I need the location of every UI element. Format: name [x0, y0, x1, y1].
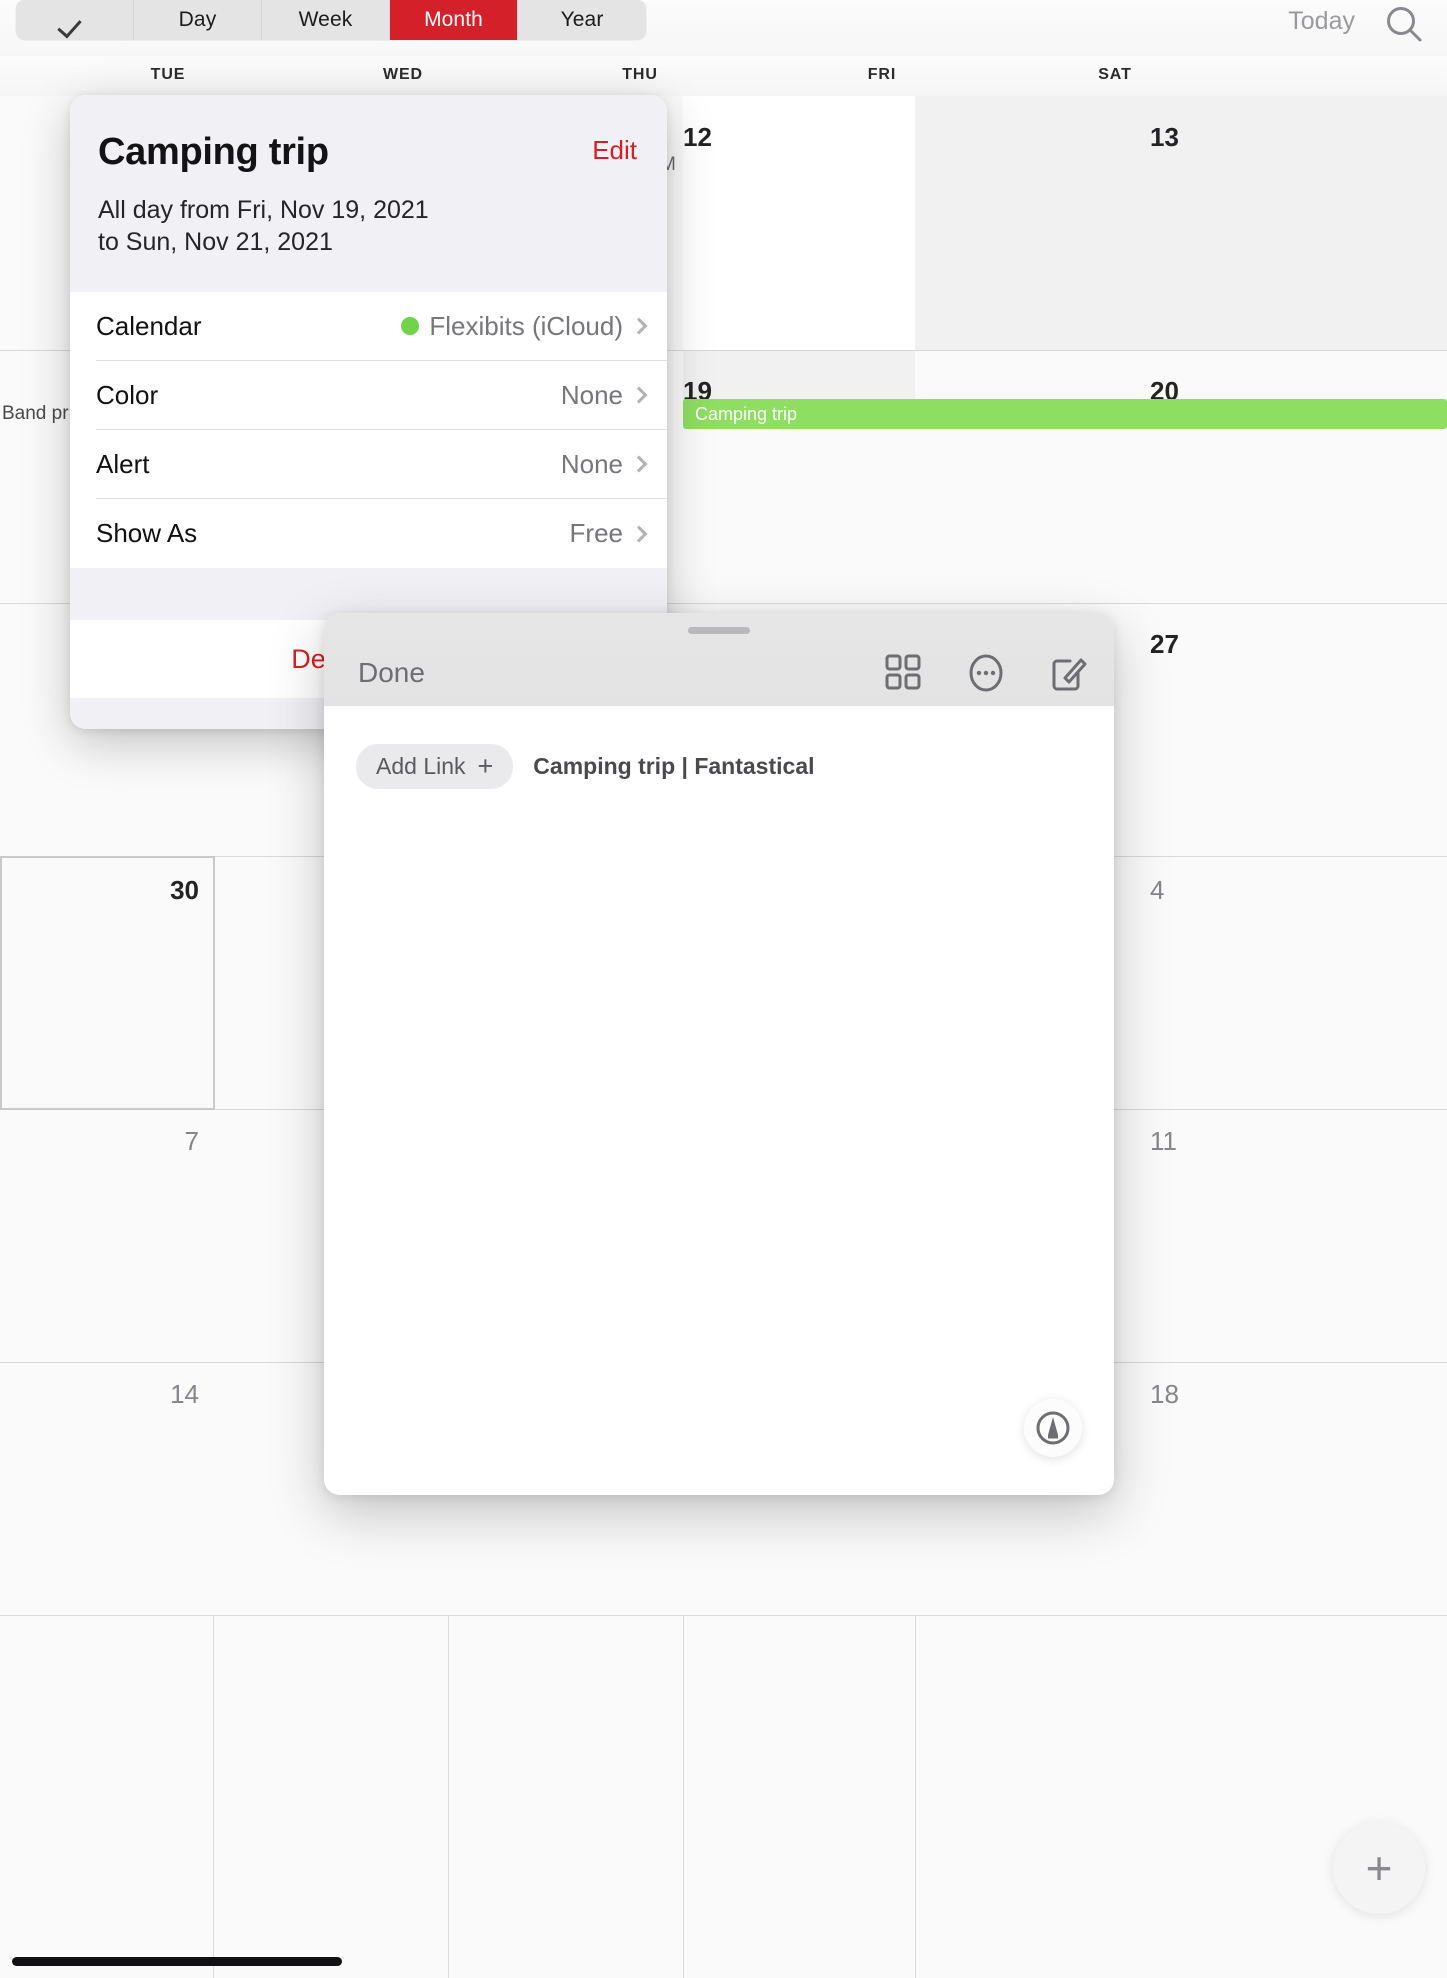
add-event-button[interactable]: +: [1333, 1822, 1425, 1914]
calendar-event-title: Camping trip: [695, 403, 798, 424]
popover-date-from: All day from Fri, Nov 19, 2021: [98, 196, 429, 224]
row-show-as[interactable]: Show As Free: [96, 499, 667, 568]
share-sheet: Done Add Link + Camping trip | Fantastic…: [324, 613, 1114, 1495]
share-sheet-actions: [884, 653, 1087, 692]
weekday-sat: SAT: [1098, 66, 1132, 83]
row-value-group: Flexibits (iCloud): [401, 310, 648, 342]
more-circle-icon[interactable]: [966, 653, 1004, 692]
done-button[interactable]: Done: [358, 657, 425, 689]
row-alert[interactable]: Alert None: [96, 430, 667, 499]
add-link-button[interactable]: Add Link +: [356, 744, 514, 789]
grid-row-divider: [0, 1615, 1447, 1616]
popover-date-to: to Sun, Nov 21, 2021: [98, 228, 333, 256]
search-icon[interactable]: [1381, 4, 1427, 44]
chevron-right-icon: [630, 525, 648, 542]
row-value: Flexibits (iCloud): [429, 310, 623, 341]
weekday-header: TUE WED THU FRI SAT: [0, 56, 1447, 96]
weekday-tue: TUE: [150, 66, 186, 83]
calendar-event-band-practice[interactable]: Band pr: [2, 403, 69, 425]
shared-item-title: Camping trip | Fantastical: [533, 753, 815, 779]
chevron-right-icon: [630, 317, 648, 335]
row-label: Calendar: [96, 310, 202, 341]
add-link-label: Add Link: [376, 753, 466, 779]
edit-button[interactable]: Edit: [592, 135, 637, 166]
home-indicator: [12, 1957, 342, 1966]
grid-icon[interactable]: [884, 653, 922, 691]
tab-year[interactable]: Year: [518, 0, 646, 40]
sheet-grabber-handle[interactable]: [688, 627, 750, 634]
tab-month[interactable]: Month: [390, 0, 518, 40]
app-root: 12 13 19 20 27 30 4 7 11 14 18 Camping t…: [0, 0, 1447, 1978]
day-number[interactable]: 30: [0, 875, 199, 906]
day-number[interactable]: 14: [0, 1379, 199, 1410]
day-number[interactable]: 27: [1150, 629, 1433, 660]
calendar-color-dot: [401, 317, 420, 335]
popover-detail-rows: Calendar Flexibits (iCloud) Color None A…: [70, 292, 667, 568]
popover-event-dates: All day from Fri, Nov 19, 2021 to Sun, N…: [98, 194, 639, 258]
share-content-row: Add Link + Camping trip | Fantastical: [356, 744, 815, 789]
chevron-right-icon: [630, 455, 648, 473]
day-number[interactable]: 7: [0, 1126, 199, 1157]
row-value-group: None: [560, 448, 648, 480]
row-value-group: Free: [569, 518, 648, 549]
compose-icon[interactable]: [1048, 653, 1087, 691]
share-sheet-body: Add Link + Camping trip | Fantastical: [324, 706, 1114, 1495]
row-label: Alert: [96, 448, 150, 479]
weekday-wed: WED: [382, 66, 424, 83]
filter-check-button[interactable]: [16, 0, 134, 40]
popover-header: Camping trip Edit All day from Fri, Nov …: [70, 95, 667, 292]
row-value: None: [560, 379, 623, 410]
check-icon: [62, 13, 88, 27]
day-number[interactable]: 18: [1150, 1379, 1433, 1410]
row-value: Free: [569, 518, 623, 548]
top-toolbar: Day Week Month Year Today: [0, 0, 1447, 56]
row-label: Show As: [96, 518, 198, 548]
chevron-right-icon: [630, 386, 648, 404]
view-segmented-control[interactable]: Day Week Month Year: [16, 0, 646, 40]
calendar-event-camping-trip[interactable]: Camping trip: [683, 399, 1447, 429]
weekday-thu: THU: [622, 66, 658, 83]
popover-event-title: Camping trip: [98, 131, 329, 173]
markup-pen-icon[interactable]: [1024, 1399, 1082, 1457]
today-button[interactable]: Today: [1288, 3, 1355, 39]
row-label: Color: [96, 379, 159, 410]
tab-day[interactable]: Day: [134, 0, 262, 40]
row-color[interactable]: Color None: [96, 361, 667, 430]
row-calendar[interactable]: Calendar Flexibits (iCloud): [96, 292, 667, 361]
share-sheet-header: Done: [324, 613, 1114, 706]
row-value: None: [560, 448, 623, 479]
day-number[interactable]: 13: [1150, 122, 1433, 153]
day-number[interactable]: 4: [1150, 875, 1433, 906]
plus-icon: +: [477, 751, 494, 781]
row-value-group: None: [560, 379, 648, 411]
tab-week[interactable]: Week: [262, 0, 390, 40]
weekday-fri: FRI: [867, 66, 897, 83]
day-number[interactable]: 11: [1150, 1126, 1433, 1157]
